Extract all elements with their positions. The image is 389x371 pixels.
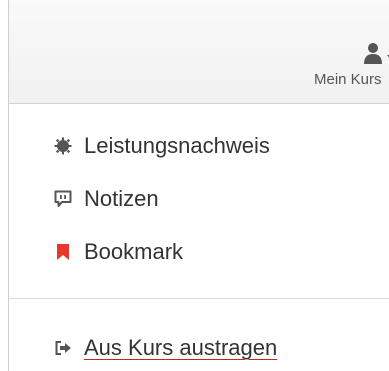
menu-item-notizen[interactable]: Notizen [54, 184, 159, 214]
menu-item-label: Notizen [84, 186, 159, 211]
sign-out-icon [54, 339, 72, 357]
comment-icon [54, 190, 72, 208]
menu-item-label: Bookmark [84, 239, 184, 264]
menu-item-label: Leistungsnachweis [84, 133, 270, 158]
leave-course-label: Aus Kurs austragen [84, 335, 278, 360]
gear-badge-icon [54, 137, 72, 155]
user-menu-label: Mein Kurs [314, 71, 382, 88]
menu-item-bookmark[interactable]: Bookmark [54, 237, 183, 267]
app-frame: Mein Kurs Leistungsnachweis Notizen Book… [8, 0, 389, 371]
menu-item-leistungsnachweis[interactable]: Leistungsnachweis [54, 131, 270, 161]
menu-divider [9, 298, 389, 299]
bookmark-icon [54, 243, 72, 261]
user-menu-toggle[interactable]: Mein Kurs [279, 40, 389, 96]
top-navbar: Mein Kurs [9, 0, 389, 104]
leave-course-link[interactable]: Aus Kurs austragen [54, 333, 277, 363]
user-icon [363, 42, 383, 66]
